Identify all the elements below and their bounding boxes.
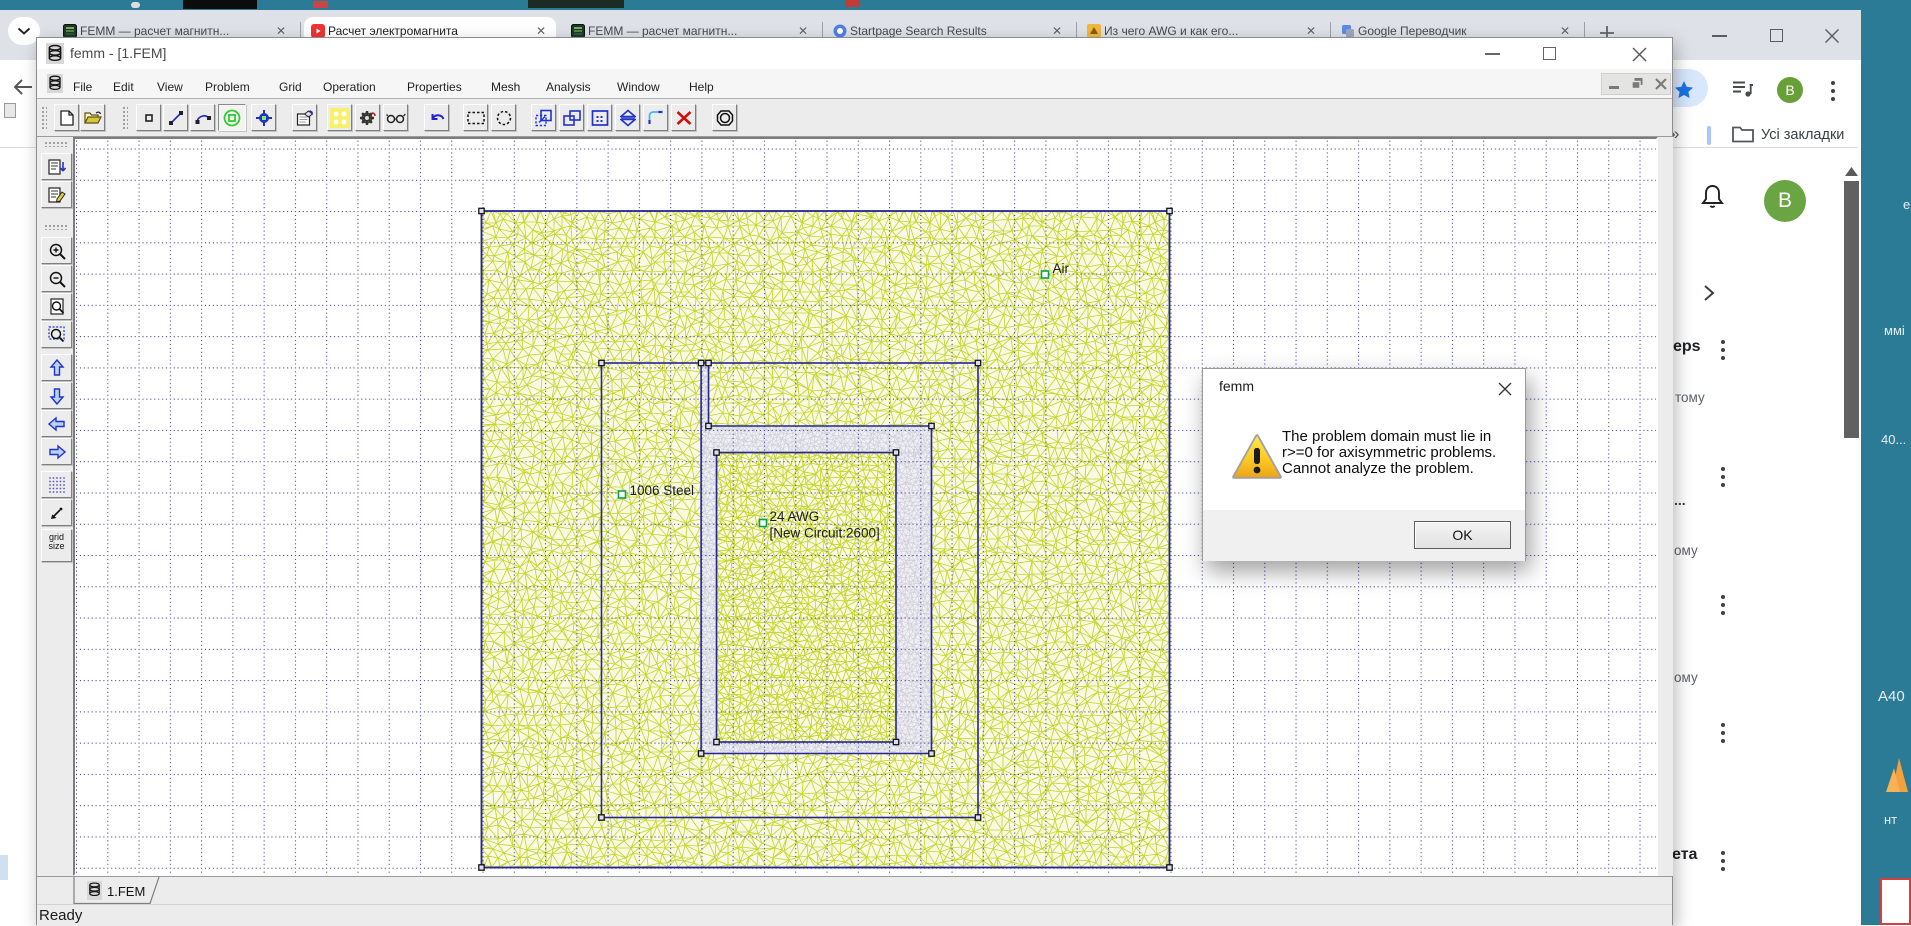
svg-text:24 AWG: 24 AWG [769, 509, 819, 524]
svg-text:Air: Air [1052, 261, 1069, 276]
svg-text:[New Circuit:2600]: [New Circuit:2600] [769, 526, 879, 541]
svg-text:1006 Steel: 1006 Steel [629, 483, 694, 498]
